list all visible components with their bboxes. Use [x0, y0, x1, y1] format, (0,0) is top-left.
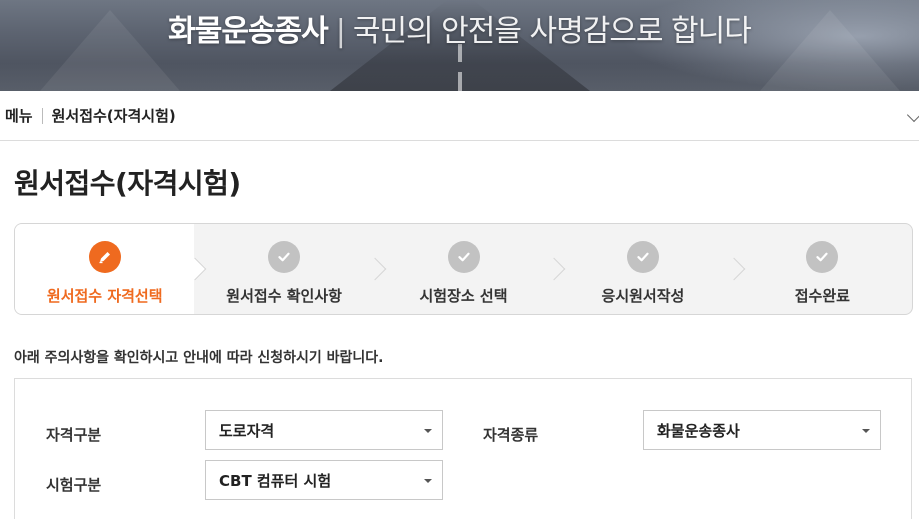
check-icon [626, 241, 659, 273]
breadcrumb-menu[interactable]: 메뉴 [5, 105, 33, 126]
banner-lane-mark [458, 72, 462, 91]
step-5: 접수완료 [733, 224, 912, 314]
step-3: 시험장소 선택 [374, 224, 566, 314]
banner-separator: | [335, 14, 346, 49]
step-indicator: 원서접수 자격선택 원서접수 확인사항 시험장소 선택 응시원서작성 접수완료 [14, 223, 913, 315]
check-icon [447, 241, 480, 273]
qualification-type-label: 자격구분 [46, 426, 102, 444]
step-label: 접수완료 [794, 287, 850, 305]
notice-text: 아래 주의사항을 확인하시고 안내에 따라 신청하시기 바랍니다. [14, 350, 384, 366]
chevron-down-icon[interactable] [906, 107, 919, 123]
step-label: 응시원서작성 [601, 287, 685, 305]
breadcrumb: 메뉴 원서접수(자격시험) [0, 91, 919, 141]
qualification-kind-select[interactable]: 화물운송종사 [643, 410, 881, 450]
qualification-type-select[interactable]: 도로자격 [205, 410, 443, 450]
page-title: 원서접수(자격시험) [14, 167, 241, 200]
check-icon [268, 241, 301, 273]
qualification-type-value: 도로자격 [219, 421, 275, 440]
step-label: 시험장소 선택 [419, 287, 508, 305]
step-label: 원서접수 확인사항 [226, 287, 342, 305]
check-icon [806, 241, 839, 273]
exam-type-label: 시험구분 [46, 476, 102, 494]
step-4: 응시원서작성 [553, 224, 745, 314]
breadcrumb-divider [41, 107, 43, 124]
caret-down-icon [424, 429, 432, 433]
selection-form: 자격구분 도로자격 자격종류 화물운송종사 시험구분 CBT 컴퓨터 시험 [14, 378, 912, 519]
exam-type-select[interactable]: CBT 컴퓨터 시험 [205, 460, 443, 500]
caret-down-icon [862, 429, 870, 433]
exam-type-value: CBT 컴퓨터 시험 [219, 471, 332, 490]
pencil-icon [88, 241, 121, 273]
step-2: 원서접수 확인사항 [194, 224, 387, 314]
banner-title: 화물운송종사 | 국민의 안전을 사명감으로 합니다 [0, 6, 919, 50]
qualification-kind-value: 화물운송종사 [657, 421, 740, 440]
top-banner: 화물운송종사 | 국민의 안전을 사명감으로 합니다 [0, 0, 919, 91]
step-label: 원서접수 자격선택 [46, 287, 163, 305]
banner-slogan: 국민의 안전을 사명감으로 합니다 [352, 14, 752, 49]
caret-down-icon [424, 479, 432, 483]
banner-brand: 화물운송종사 [168, 14, 329, 49]
step-1: 원서접수 자격선택 [15, 224, 207, 314]
qualification-kind-label: 자격종류 [483, 426, 539, 444]
breadcrumb-current[interactable]: 원서접수(자격시험) [52, 105, 176, 126]
